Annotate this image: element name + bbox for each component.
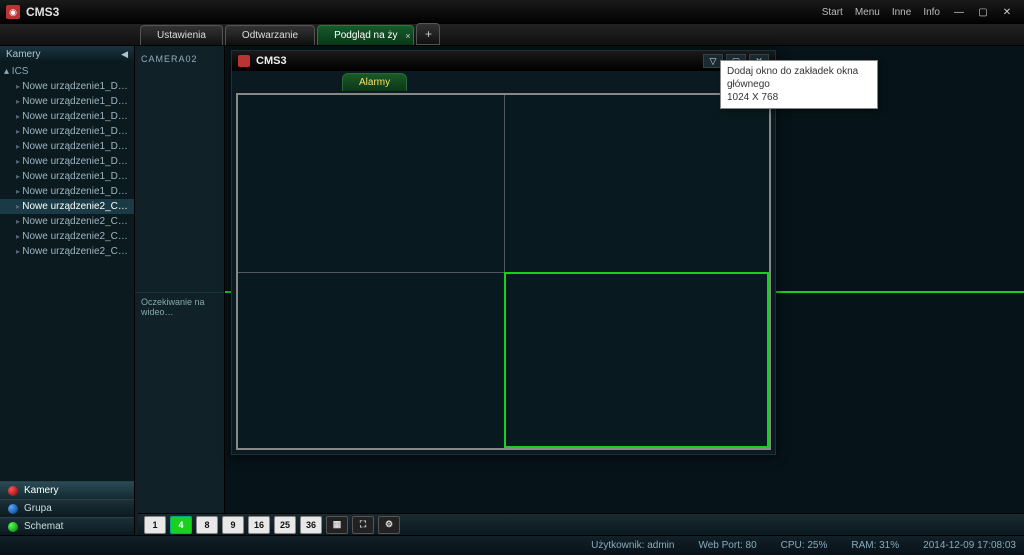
tree-root[interactable]: ▴ ICS: [0, 64, 134, 79]
status-time: 2014-12-09 17:08:03: [923, 540, 1016, 551]
inner-tab-row: Alarmy: [232, 71, 775, 91]
menu-start[interactable]: Start: [822, 7, 843, 18]
layout-btn-16[interactable]: 16: [248, 516, 270, 534]
menu-menu[interactable]: Menu: [855, 7, 880, 18]
tooltip-line1: Dodaj okno do zakładek okna głównego: [727, 65, 871, 91]
status-ram: RAM: 31%: [851, 540, 899, 551]
tab-liveview[interactable]: Podgląd na ży ×: [317, 25, 414, 45]
inner-grid-selected-cell[interactable]: [504, 272, 770, 449]
sidebar-btn-kamery-label: Kamery: [24, 482, 58, 500]
sidebar-btn-grupa-label: Grupa: [24, 500, 52, 518]
sidebar-btn-schemat-label: Schemat: [24, 518, 63, 536]
layout-btn-settings-icon[interactable]: ⚙: [378, 516, 400, 534]
tab-settings-label: Ustawienia: [157, 30, 206, 41]
inner-video-grid[interactable]: [236, 93, 771, 450]
layout-btn-custom-icon[interactable]: ▦: [326, 516, 348, 534]
sidebar: Kamery ◀ ▴ ICS Nowe urządzenie1_DEVICE01…: [0, 46, 135, 535]
status-port: Web Port: 80: [698, 540, 756, 551]
camera-icon: [8, 486, 18, 496]
device-tree: ▴ ICS Nowe urządzenie1_DEVICE01 Nowe urz…: [0, 62, 134, 481]
tab-settings[interactable]: Ustawienia: [140, 25, 223, 45]
tree-item[interactable]: Nowe urządzenie2_CAMERA03: [0, 229, 134, 244]
sidebar-btn-grupa[interactable]: Grupa: [0, 499, 134, 517]
tree-item[interactable]: Nowe urządzenie2_CAMERA01: [0, 199, 134, 214]
inner-titlebar[interactable]: CMS3 ▽ ▢ ✕: [232, 51, 775, 71]
app-logo-icon: ◉: [6, 5, 20, 19]
camera-status: Oczekiwanie na wideo…: [135, 292, 224, 321]
tab-close-icon[interactable]: ×: [405, 26, 410, 46]
layout-btn-4[interactable]: 4: [170, 516, 192, 534]
tooltip: Dodaj okno do zakładek okna głównego 102…: [720, 60, 878, 109]
tree-item[interactable]: Nowe urządzenie1_DEVICE01: [0, 79, 134, 94]
menu-inne[interactable]: Inne: [892, 7, 911, 18]
tree-item[interactable]: Nowe urządzenie1_DEVICE04: [0, 124, 134, 139]
sidebar-header-label: Kamery: [6, 49, 40, 60]
layout-btn-8[interactable]: 8: [196, 516, 218, 534]
layout-btn-9[interactable]: 9: [222, 516, 244, 534]
sidebar-btn-schemat[interactable]: Schemat: [0, 517, 134, 535]
titlebar: ◉ CMS3 Start Menu Inne Info — ▢ ✕: [0, 0, 1024, 24]
sidebar-header: Kamery ◀: [0, 46, 134, 62]
tree-item[interactable]: Nowe urządzenie1_DEVICE03: [0, 109, 134, 124]
tab-playback-label: Odtwarzanie: [242, 30, 298, 41]
inner-tab-alarmy-label: Alarmy: [359, 77, 390, 88]
inner-title-text: CMS3: [256, 55, 287, 67]
main-tab-row: Ustawienia Odtwarzanie Podgląd na ży × +: [0, 24, 1024, 46]
schema-icon: [8, 522, 18, 532]
close-icon[interactable]: ✕: [996, 4, 1018, 20]
status-user: Użytkownik: admin: [591, 540, 674, 551]
sidebar-collapse-icon[interactable]: ◀: [121, 49, 128, 60]
layout-btn-fullscreen-icon[interactable]: ⛶: [352, 516, 374, 534]
tree-item[interactable]: Nowe urządzenie1_DEVICE02: [0, 94, 134, 109]
layout-btn-36[interactable]: 36: [300, 516, 322, 534]
camera-thumbnail: [135, 72, 224, 292]
video-area: CMS3 ▽ ▢ ✕ Alarmy: [225, 46, 1024, 535]
status-cpu: CPU: 25%: [781, 540, 828, 551]
tab-add-button[interactable]: +: [416, 23, 440, 45]
app-title: CMS3: [26, 5, 59, 19]
tree-item[interactable]: Nowe urządzenie1_DEVICE08: [0, 184, 134, 199]
layout-toolbar: 1 4 8 9 16 25 36 ▦ ⛶ ⚙: [138, 513, 1024, 535]
sidebar-footer: Kamery Grupa Schemat: [0, 481, 134, 535]
inner-window[interactable]: CMS3 ▽ ▢ ✕ Alarmy: [231, 50, 776, 455]
tab-liveview-label: Podgląd na ży: [334, 30, 397, 41]
tree-item[interactable]: Nowe urządzenie1_DEVICE05: [0, 139, 134, 154]
tree-item[interactable]: Nowe urządzenie1_DEVICE06: [0, 154, 134, 169]
camera-info-column: CAMERA02 Oczekiwanie na wideo…: [135, 46, 225, 535]
tree-item[interactable]: Nowe urządzenie2_CAMERA02: [0, 214, 134, 229]
inner-logo-icon: [238, 55, 250, 67]
tree-item[interactable]: Nowe urządzenie2_CAMERA04: [0, 244, 134, 259]
tree-item[interactable]: Nowe urządzenie1_DEVICE07: [0, 169, 134, 184]
layout-btn-25[interactable]: 25: [274, 516, 296, 534]
maximize-icon[interactable]: ▢: [972, 4, 994, 20]
minimize-icon[interactable]: —: [948, 4, 970, 20]
camera-label: CAMERA02: [135, 46, 224, 72]
statusbar: Użytkownik: admin Web Port: 80 CPU: 25% …: [0, 535, 1024, 555]
inner-tab-alarmy[interactable]: Alarmy: [342, 73, 407, 91]
tab-playback[interactable]: Odtwarzanie: [225, 25, 315, 45]
group-icon: [8, 504, 18, 514]
layout-btn-1[interactable]: 1: [144, 516, 166, 534]
menu-info[interactable]: Info: [923, 7, 940, 18]
sidebar-btn-kamery[interactable]: Kamery: [0, 481, 134, 499]
tooltip-line2: 1024 X 768: [727, 91, 871, 104]
